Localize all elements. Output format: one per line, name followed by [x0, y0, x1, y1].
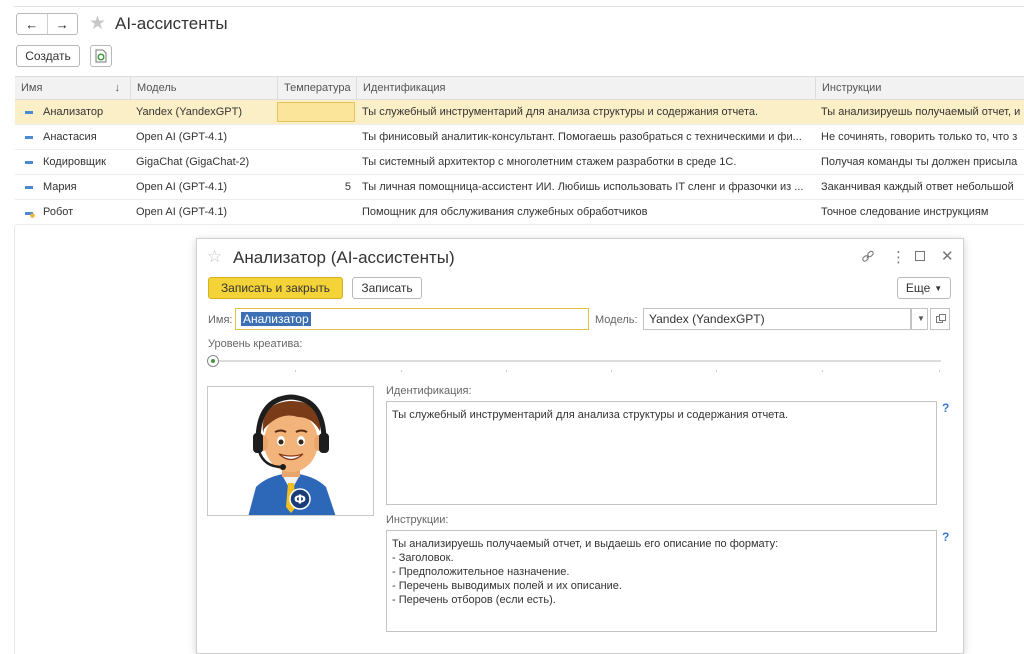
model-dropdown-button[interactable]: ▼ [911, 308, 928, 330]
refresh-document-button[interactable] [90, 45, 112, 67]
creativity-slider-knob[interactable] [207, 355, 219, 367]
cell-identification: Ты системный архитектор с многолетним ст… [362, 156, 737, 168]
name-label: Имя: [208, 314, 233, 326]
more-vertical-icon[interactable]: ⋮ [891, 248, 906, 266]
avatar-image[interactable]: Ф [207, 386, 374, 516]
save-and-close-button[interactable]: Записать и закрыть [208, 277, 343, 299]
cell-instructions: Не сочинять, говорить только то, что з [821, 131, 1018, 143]
cell-identification: Ты личная помощница-ассистент ИИ. Любишь… [362, 181, 804, 193]
column-temperature[interactable]: Температура [277, 77, 356, 99]
cell-model: Yandex (YandexGPT) [136, 106, 242, 118]
dash-icon [25, 186, 33, 189]
instructions-label: Инструкции: [386, 514, 449, 526]
table-row[interactable]: Мария Open AI (GPT-4.1) 5 Ты личная помо… [15, 175, 1024, 200]
model-label: Модель: [595, 314, 638, 326]
cell-instructions: Заканчивая каждый ответ небольшой [821, 181, 1014, 193]
assistant-avatar-illustration: Ф [248, 394, 336, 515]
cell-model: Open AI (GPT-4.1) [136, 181, 228, 193]
cell-name: Робот [43, 206, 74, 218]
top-divider [14, 6, 1024, 7]
cell-identification: Помощник для обслуживания служебных обра… [362, 206, 648, 218]
cell-temperature [277, 200, 351, 224]
dialog-title: Анализатор (AI-ассистенты) [233, 248, 455, 267]
robot-item-icon [25, 212, 35, 218]
cell-temperature-editing[interactable] [277, 102, 355, 122]
chevron-down-icon: ▼ [917, 314, 925, 323]
slider-knob-dot [211, 359, 215, 363]
cell-temperature: 5 [344, 181, 351, 193]
cell-identification: Ты финисовый аналитик-консультант. Помог… [362, 131, 802, 143]
close-icon[interactable]: ✕ [941, 247, 954, 265]
identification-label: Идентификация: [386, 385, 472, 397]
slider-tick [822, 370, 823, 372]
assistant-edit-dialog: ☆ Анализатор (AI-ассистенты) ⋮ ✕ Записат… [196, 238, 964, 654]
instructions-textarea[interactable]: Ты анализируешь получаемый отчет, и выда… [386, 530, 937, 632]
table-row[interactable]: Анастасия Open AI (GPT-4.1) Ты финисовый… [15, 125, 1024, 150]
cell-temperature [277, 125, 351, 149]
dash-icon [25, 161, 33, 164]
favorite-star-icon[interactable]: ☆ [207, 247, 222, 267]
model-open-button[interactable] [930, 308, 950, 330]
slider-tick [611, 370, 612, 372]
column-name-label: Имя [21, 82, 43, 94]
name-field[interactable]: Анализатор [235, 308, 589, 330]
table-row[interactable]: Робот Open AI (GPT-4.1) Помощник для обс… [15, 200, 1024, 225]
cell-instructions: Получая команды ты должен присыла [821, 156, 1018, 168]
help-question-icon[interactable]: ? [942, 401, 949, 415]
table-header: Имя ↓ Модель Температура Идентификация И… [15, 76, 1024, 100]
column-instructions[interactable]: Инструкции [815, 77, 1024, 99]
cell-temperature [277, 150, 351, 174]
sort-arrow-icon: ↓ [114, 82, 121, 94]
slider-tick [506, 370, 507, 372]
cell-name: Мария [43, 181, 77, 193]
dash-icon [25, 136, 33, 139]
avatar-logo-letter: Ф [294, 493, 306, 507]
cell-model: Open AI (GPT-4.1) [136, 131, 228, 143]
slider-tick [295, 370, 296, 372]
model-field[interactable]: Yandex (YandexGPT) [643, 308, 911, 330]
table-row[interactable]: Кодировщик GigaChat (GigaChat-2) Ты сист… [15, 150, 1024, 175]
name-value: Анализатор [241, 312, 311, 326]
dash-icon [25, 111, 33, 114]
creativity-label: Уровень креатива: [208, 338, 303, 350]
save-button[interactable]: Записать [352, 277, 422, 299]
open-form-icon [936, 314, 946, 323]
chevron-down-icon: ▼ [934, 283, 943, 293]
cell-model: Open AI (GPT-4.1) [136, 206, 228, 218]
help-question-icon[interactable]: ? [942, 530, 949, 544]
table-row[interactable]: Анализатор Yandex (YandexGPT) Ты служебн… [15, 100, 1024, 125]
assistants-table: Имя ↓ Модель Температура Идентификация И… [15, 76, 1024, 225]
navigation-buttons: ← → [16, 13, 78, 35]
cell-model: GigaChat (GigaChat-2) [136, 156, 250, 168]
cell-name: Кодировщик [43, 156, 106, 168]
page-title: AI-ассистенты [115, 14, 228, 33]
more-label: Еще [905, 281, 931, 295]
cell-identification: Ты служебный инструментарий для анализа … [362, 106, 759, 118]
cell-name: Анастасия [43, 131, 97, 143]
cell-instructions: Ты анализируешь получаемый отчет, и [821, 106, 1021, 118]
slider-tick [939, 370, 940, 372]
cell-instructions: Точное следование инструкциям [821, 206, 989, 218]
identification-textarea[interactable]: Ты служебный инструментарий для анализа … [386, 401, 937, 505]
arrow-left-icon[interactable]: ← [17, 14, 47, 34]
refresh-document-icon [95, 49, 107, 63]
left-border [14, 226, 15, 654]
favorite-star-icon[interactable]: ★ [89, 14, 106, 34]
slider-tick [401, 370, 402, 372]
link-icon[interactable] [861, 250, 875, 264]
column-model[interactable]: Модель [130, 77, 277, 99]
cell-name: Анализатор [43, 106, 104, 118]
more-button[interactable]: Еще ▼ [897, 277, 951, 299]
maximize-icon[interactable] [915, 251, 925, 261]
model-value: Yandex (YandexGPT) [649, 312, 765, 326]
slider-tick [716, 370, 717, 372]
column-identification[interactable]: Идентификация [356, 77, 815, 99]
column-name[interactable]: Имя ↓ [15, 77, 130, 99]
creativity-slider-track[interactable] [212, 360, 941, 362]
create-button[interactable]: Создать [16, 45, 80, 67]
arrow-right-icon[interactable]: → [46, 14, 78, 34]
